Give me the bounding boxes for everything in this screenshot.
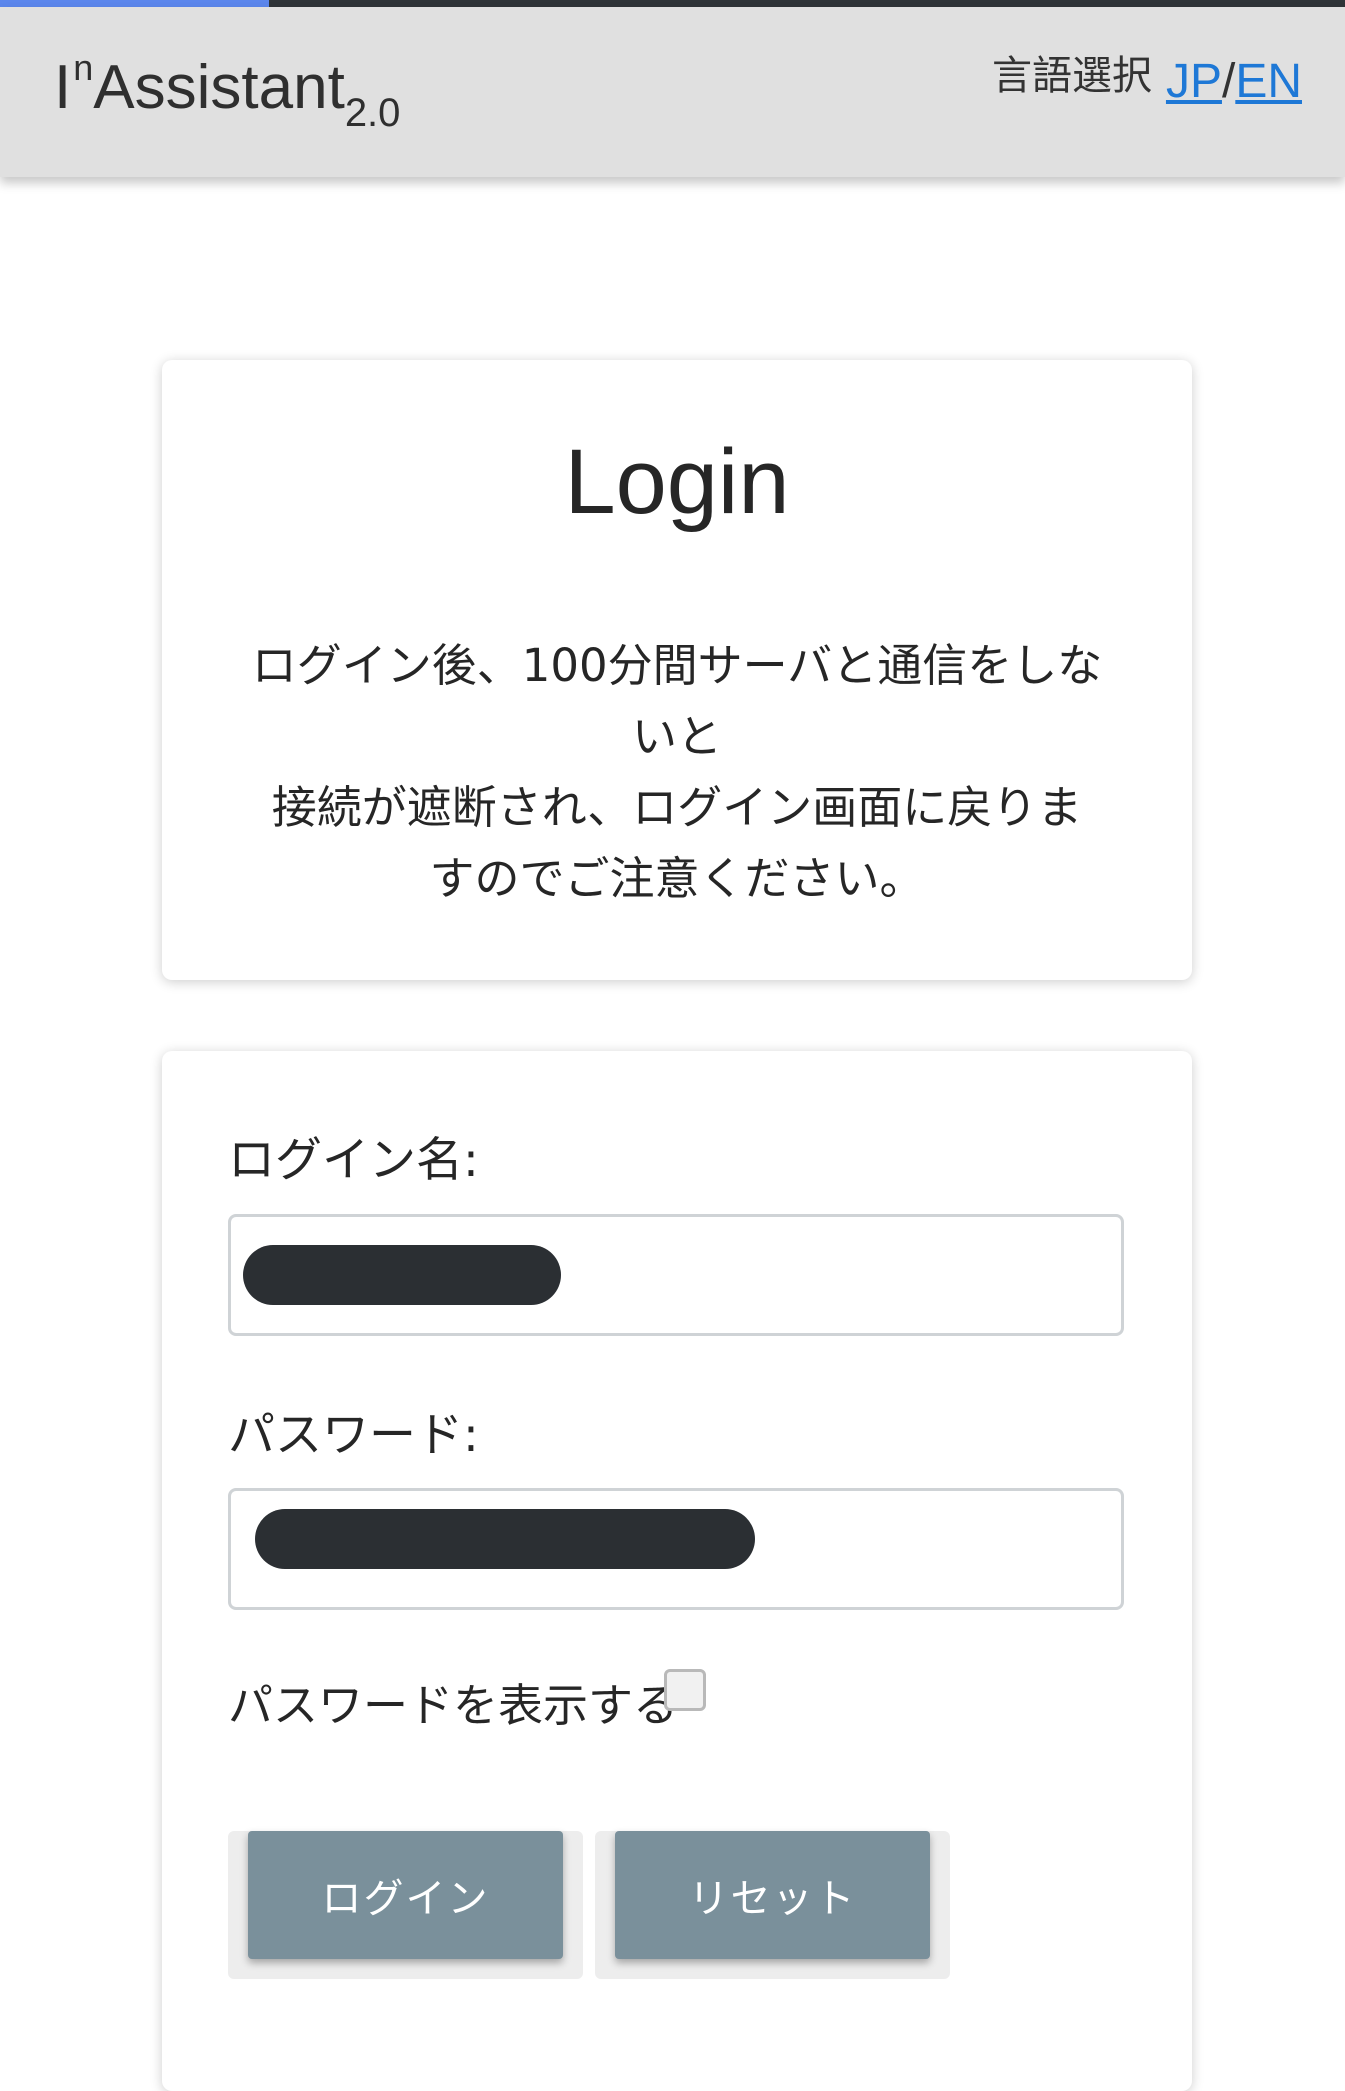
logo-name: Assistant xyxy=(93,53,345,122)
redacted-value xyxy=(255,1509,755,1569)
language-label: 言語選択 xyxy=(991,53,1152,99)
lang-en-link[interactable]: EN xyxy=(1235,55,1302,108)
login-name-label: ログイン名: xyxy=(228,1133,479,1188)
notice-line: いと xyxy=(631,710,722,763)
page-title: Login xyxy=(564,431,790,533)
password-input[interactable] xyxy=(228,1488,1124,1610)
reset-button[interactable]: リセット xyxy=(615,1831,930,1959)
login-notice-card: Login ログイン後、100分間サーバと通信をしな いと 接続が遮断され、ログ… xyxy=(162,360,1192,980)
logo-version: 2.0 xyxy=(344,91,401,135)
logo-letter: I xyxy=(54,53,72,122)
login-form-card: ログイン名: パスワード: パスワードを表示する ログイン リセット xyxy=(162,1051,1192,2091)
progress-fill xyxy=(0,0,269,7)
notice-line: ログイン後、100分間サーバと通信をしな xyxy=(251,639,1103,692)
lang-separator: / xyxy=(1221,55,1236,108)
page-load-progress xyxy=(0,0,1345,7)
redacted-value xyxy=(243,1245,561,1305)
reset-button-wrap: リセット xyxy=(595,1831,950,1979)
password-label: パスワード: xyxy=(228,1408,479,1463)
app-header: InAssistant2.0 言語選択 JP/EN xyxy=(0,7,1345,177)
logo-superscript: n xyxy=(73,47,94,88)
login-button-wrap: ログイン xyxy=(228,1831,583,1979)
lang-jp-link[interactable]: JP xyxy=(1166,55,1222,108)
session-notice: ログイン後、100分間サーバと通信をしな いと 接続が遮断され、ログイン画面に戻… xyxy=(222,630,1132,914)
notice-line: 接続が遮断され、ログイン画面に戻りま xyxy=(271,781,1083,834)
app-logo: InAssistant2.0 xyxy=(54,47,400,136)
login-button[interactable]: ログイン xyxy=(248,1831,563,1959)
language-selector: 言語選択 JP/EN xyxy=(992,51,1302,109)
show-password-label: パスワードを表示する xyxy=(228,1679,679,1732)
notice-line: すのでご注意ください。 xyxy=(429,852,925,905)
show-password-checkbox[interactable] xyxy=(664,1669,706,1711)
login-name-input[interactable] xyxy=(228,1214,1124,1336)
